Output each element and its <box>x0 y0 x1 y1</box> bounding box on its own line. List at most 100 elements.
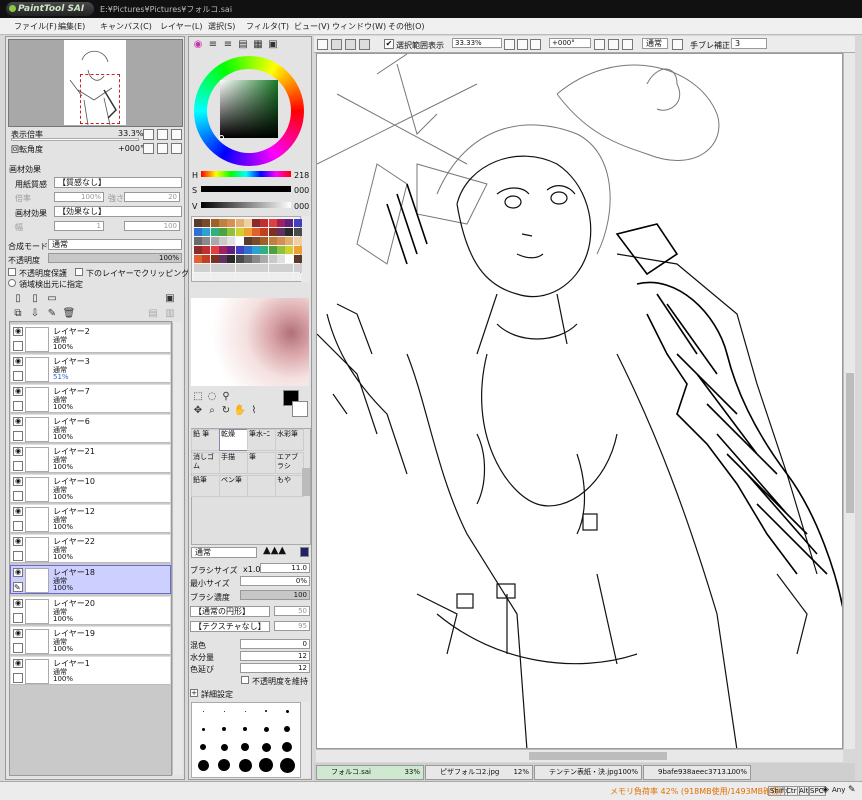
brush-size-preset[interactable] <box>244 710 246 712</box>
visibility-eye-icon[interactable]: ◉ <box>13 537 23 546</box>
brush-texture-dropdown[interactable]: 【テクスチャなし】 <box>190 621 270 632</box>
brush-blur[interactable]: もや <box>275 475 304 497</box>
min-size-value[interactable]: 0% <box>240 576 310 586</box>
clear-layer-icon[interactable]: ✎ <box>45 307 59 321</box>
brush-pencil[interactable]: 鉛 筆 <box>191 429 220 451</box>
brush-size-preset[interactable] <box>222 727 226 731</box>
deselect-button[interactable] <box>345 39 356 50</box>
size-presets-scrollbar[interactable] <box>301 702 310 778</box>
preserve-opacity-checkbox[interactable] <box>8 268 16 276</box>
new-folder-icon[interactable]: ▭ <box>45 292 59 306</box>
rotate-right-toolbar[interactable] <box>608 39 619 50</box>
rotate-right-button[interactable] <box>157 143 168 154</box>
canvas-horizontal-scrollbar[interactable] <box>316 749 843 762</box>
layer-row[interactable]: ◉ レイヤー2 通常 100% <box>10 324 171 353</box>
color-swatch[interactable] <box>194 246 202 254</box>
effect-strength-value[interactable]: 100 <box>124 221 180 231</box>
color-swatch[interactable] <box>227 264 236 272</box>
toolbar-zoom-in[interactable] <box>517 39 528 50</box>
menu-canvas[interactable]: キャンバス(C) <box>100 21 152 32</box>
layer-lock-checkbox[interactable] <box>13 431 23 441</box>
delete-layer-icon[interactable]: 🗑 <box>62 307 76 321</box>
opacity-slider[interactable]: 100% <box>48 253 182 263</box>
menu-edit[interactable]: 編集(E) <box>58 21 85 32</box>
swatch-grid[interactable] <box>191 216 302 282</box>
color-swatch[interactable] <box>202 228 211 236</box>
brush-airbrush[interactable]: エアブラシ <box>275 452 304 474</box>
brush-size-preset[interactable] <box>285 709 289 713</box>
color-swatch[interactable] <box>293 255 302 263</box>
canvas-vertical-scrollbar[interactable] <box>843 53 855 749</box>
color-swatch[interactable] <box>243 237 252 245</box>
rotate-left-toolbar[interactable] <box>594 39 605 50</box>
color-swatch[interactable] <box>227 237 236 245</box>
brush-size-preset[interactable] <box>202 710 204 712</box>
s-slider[interactable] <box>201 186 291 192</box>
brush-size-preset[interactable] <box>241 743 249 751</box>
v-slider[interactable] <box>201 202 291 208</box>
menu-view[interactable]: ビュー(V) <box>294 21 330 32</box>
document-tab[interactable]: 9bafe938aeec3713... 100% <box>643 765 751 780</box>
visibility-eye-icon[interactable]: ◉ <box>13 447 23 456</box>
brush-size-preset[interactable] <box>223 710 225 712</box>
brush-size-preset[interactable] <box>220 743 228 751</box>
brush-shape-value[interactable]: 50 <box>274 606 310 616</box>
layer-row[interactable]: ◉ レイヤー19 通常 100% <box>10 626 171 655</box>
menu-select[interactable]: 選択(S) <box>208 21 235 32</box>
color-swatch[interactable] <box>235 228 244 236</box>
color-swatch[interactable] <box>218 273 227 281</box>
brush-watercolor[interactable]: 水彩筆 <box>275 429 304 451</box>
color-swatch[interactable] <box>252 255 261 263</box>
color-swatch[interactable] <box>243 228 252 236</box>
visibility-eye-icon[interactable]: ◉ <box>13 507 23 516</box>
color-swatch[interactable] <box>293 228 302 236</box>
layer-row[interactable]: ◉ レイヤー20 通常 100% <box>10 596 171 625</box>
new-layer-icon[interactable]: ▯ <box>11 292 25 306</box>
layer-lock-checkbox[interactable] <box>13 673 23 683</box>
water-value[interactable]: 12 <box>240 651 310 661</box>
layer-lock-checkbox[interactable] <box>13 613 23 623</box>
menu-window[interactable]: ウィンドウ(W) <box>332 21 386 32</box>
blend-mode-dropdown[interactable]: 通常 <box>48 239 182 250</box>
selection-source-radio[interactable] <box>8 279 16 287</box>
color-swatch[interactable] <box>277 228 285 236</box>
color-swatch[interactable] <box>227 246 236 254</box>
zoom-in-button[interactable] <box>157 129 168 140</box>
delete-mask-icon[interactable]: ▥ <box>163 307 177 321</box>
swatch-scrollbar[interactable] <box>302 216 310 282</box>
scratchpad-tab-icon[interactable]: ▣ <box>266 38 280 52</box>
color-swatch[interactable] <box>277 273 285 281</box>
layer-lock-checkbox[interactable] <box>13 401 23 411</box>
swatches-tab-icon[interactable]: ▦ <box>251 38 265 52</box>
visibility-eye-icon[interactable]: ◉ <box>13 417 23 426</box>
menu-filter[interactable]: フィルタ(T) <box>246 21 289 32</box>
color-swatch[interactable] <box>210 264 219 272</box>
brush-size-preset[interactable] <box>261 742 271 752</box>
color-swatch[interactable] <box>235 273 244 281</box>
document-tab[interactable]: ピザフォルコ2.jpg 12% <box>425 765 533 780</box>
visibility-eye-icon[interactable]: ◉ <box>13 477 23 486</box>
color-swatch[interactable] <box>194 264 202 272</box>
color-swatch[interactable] <box>252 273 261 281</box>
clipping-checkbox[interactable] <box>75 268 83 276</box>
layer-row[interactable]: ◉ レイヤー7 通常 100% <box>10 384 171 413</box>
keep-opacity-checkbox[interactable] <box>241 676 249 684</box>
color-swatch[interactable] <box>243 273 252 281</box>
visibility-eye-icon[interactable]: ◉ <box>13 568 23 577</box>
select-rect-icon[interactable]: ⬚ <box>191 390 205 404</box>
scale-value[interactable]: 100% <box>54 192 104 202</box>
detail-settings-label[interactable]: 詳細設定 <box>201 689 233 700</box>
color-swatch[interactable] <box>227 255 236 263</box>
color-swatch[interactable] <box>227 228 236 236</box>
color-swatch[interactable] <box>252 219 261 227</box>
color-swatch[interactable] <box>268 219 277 227</box>
color-swatch[interactable] <box>260 246 269 254</box>
navigator-viewport[interactable] <box>80 74 120 124</box>
document-tab[interactable]: フォルコ.sai 33% <box>316 765 424 780</box>
toolbar-zoom-out[interactable] <box>504 39 515 50</box>
color-swatch[interactable] <box>277 219 285 227</box>
copy-layer-icon[interactable]: ⧉ <box>11 307 25 321</box>
color-swatch[interactable] <box>218 237 227 245</box>
brush-palette-scrollbar[interactable] <box>302 468 310 496</box>
brush-eraser[interactable]: 消しゴム <box>191 452 220 474</box>
